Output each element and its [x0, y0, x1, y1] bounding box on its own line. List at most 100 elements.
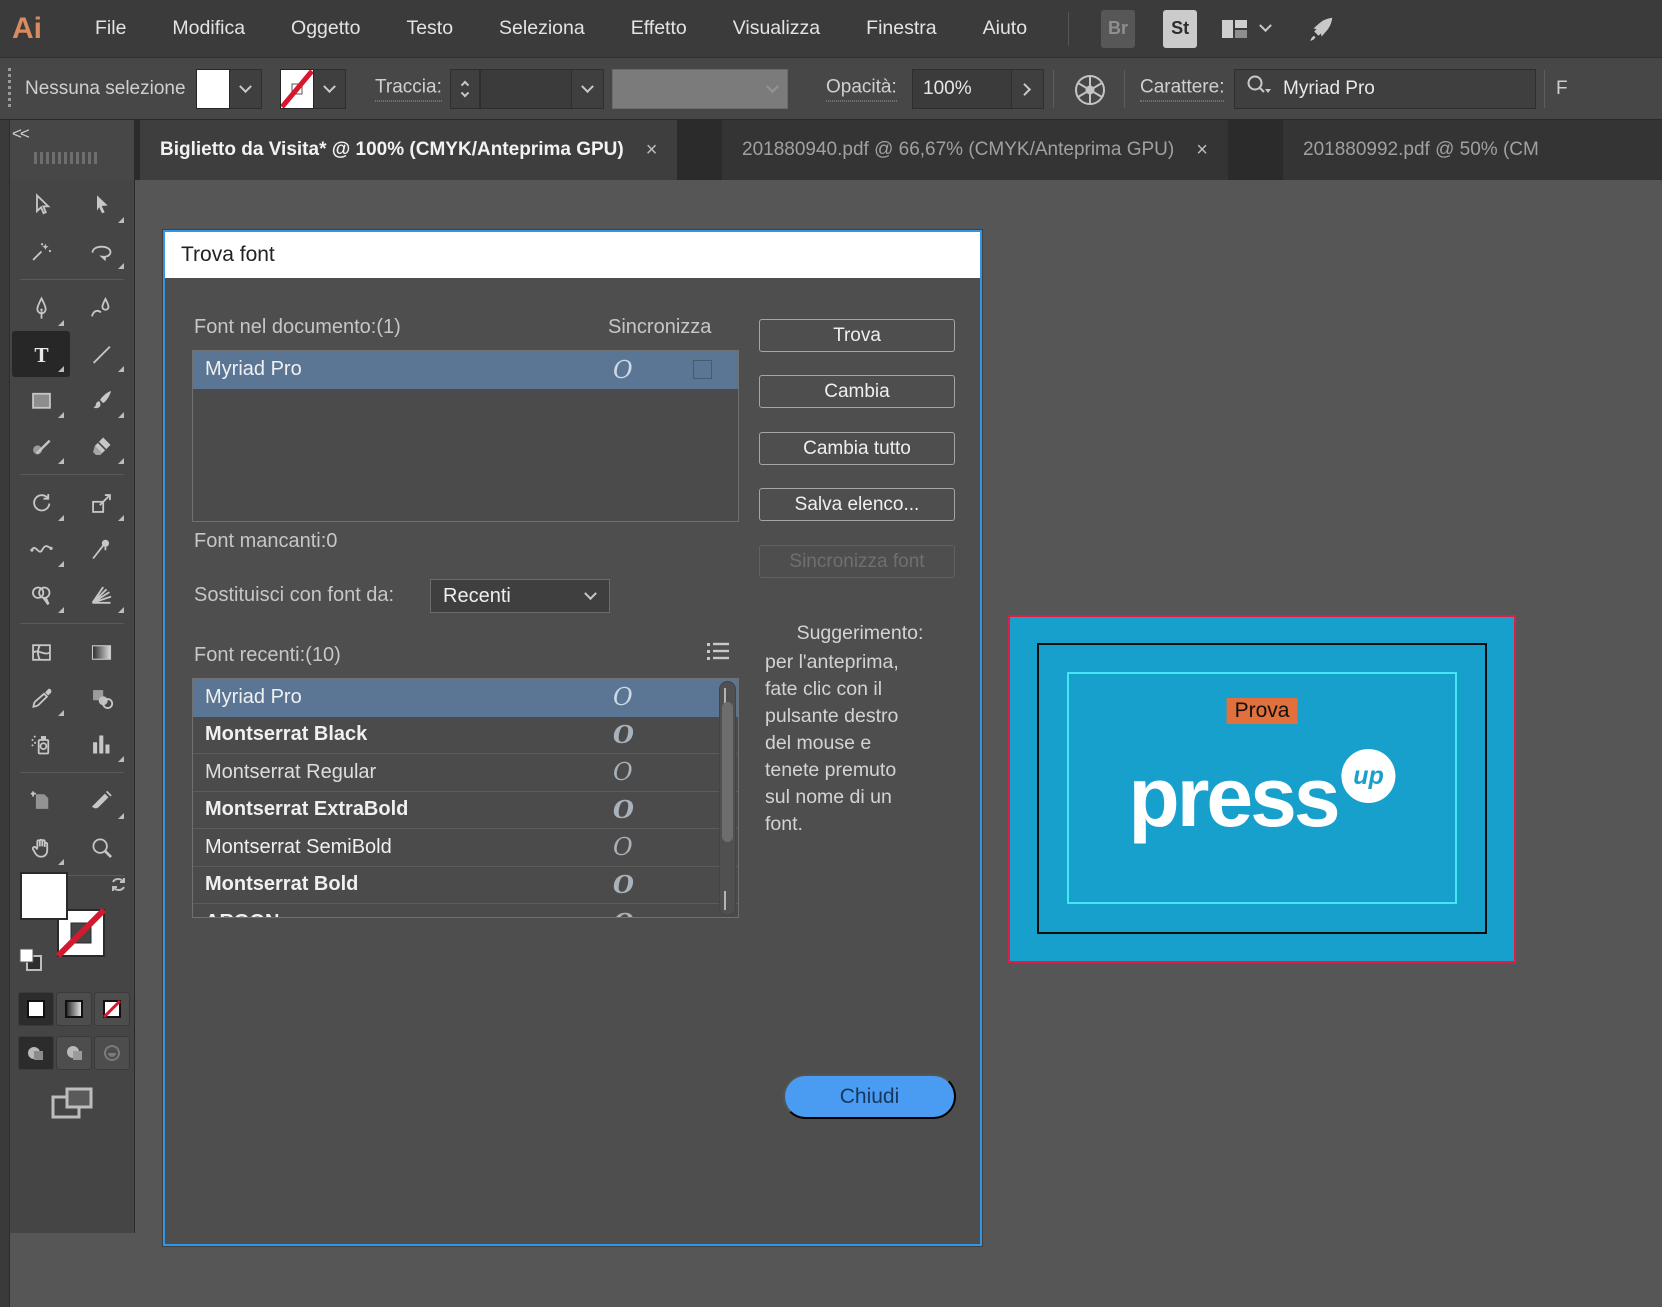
business-card-artboard[interactable]: Prova press up: [1008, 615, 1516, 963]
document-fonts-list[interactable]: Myriad Pro O: [192, 350, 739, 522]
character-label[interactable]: Carattere:: [1140, 76, 1224, 101]
line-segment-tool[interactable]: [72, 331, 130, 377]
panel-grip[interactable]: [8, 68, 11, 110]
font-row-selected[interactable]: Myriad Pro O: [193, 351, 738, 389]
font-family-combo[interactable]: Myriad Pro: [1234, 69, 1536, 109]
fill-dropdown-button[interactable]: [230, 69, 262, 109]
menu-finestra[interactable]: Finestra: [843, 0, 959, 57]
change-button[interactable]: Cambia: [759, 375, 955, 408]
none-button[interactable]: [94, 992, 130, 1026]
color-button[interactable]: [18, 992, 54, 1026]
scrollbar-thumb[interactable]: [722, 702, 733, 842]
shaper-tool[interactable]: [12, 423, 70, 469]
bridge-button[interactable]: Br: [1101, 10, 1135, 48]
column-graph-tool[interactable]: [72, 721, 130, 767]
draw-normal-button[interactable]: [18, 1036, 54, 1070]
opacity-label[interactable]: Opacità:: [826, 76, 897, 101]
stock-button[interactable]: St: [1163, 10, 1197, 48]
tab-201880992[interactable]: 201880992.pdf @ 50% (CM: [1283, 120, 1662, 180]
stroke-color-control[interactable]: [280, 69, 346, 109]
opacity-expand-button[interactable]: [1012, 69, 1044, 109]
recent-font-row[interactable]: Montserrat ExtraBold O: [193, 792, 738, 830]
draw-behind-button[interactable]: [56, 1036, 92, 1070]
close-dialog-button[interactable]: Chiudi: [783, 1074, 956, 1119]
save-list-button[interactable]: Salva elenco...: [759, 488, 955, 521]
recent-font-row[interactable]: Montserrat Black O: [193, 717, 738, 755]
gpu-performance-rocket-icon[interactable]: [1306, 14, 1336, 44]
menu-oggetto[interactable]: Oggetto: [268, 0, 383, 57]
direct-selection-tool[interactable]: [72, 182, 130, 228]
list-view-icon[interactable]: [705, 640, 731, 667]
pen-tool[interactable]: [12, 285, 70, 331]
pressup-logo[interactable]: press up: [1128, 755, 1395, 839]
find-button[interactable]: Trova: [759, 319, 955, 352]
width-tool[interactable]: [12, 526, 70, 572]
paintbrush-tool[interactable]: [72, 377, 130, 423]
stroke-swatch[interactable]: [280, 69, 314, 109]
menu-visualizza[interactable]: Visualizza: [710, 0, 843, 57]
stroke-dropdown-button[interactable]: [314, 69, 346, 109]
replace-source-dropdown[interactable]: Recenti: [430, 579, 610, 613]
scrollbar[interactable]: [719, 681, 736, 916]
fill-swatch[interactable]: [196, 69, 230, 109]
recent-fonts-list[interactable]: Myriad Pro O Montserrat Black O Montserr…: [192, 678, 739, 918]
scroll-down-icon[interactable]: [724, 891, 726, 909]
gradient-tool[interactable]: [72, 629, 130, 675]
menu-modifica[interactable]: Modifica: [149, 0, 268, 57]
lasso-tool[interactable]: [72, 228, 130, 274]
fill-color-indicator[interactable]: [20, 872, 68, 920]
menu-seleziona[interactable]: Seleziona: [476, 0, 608, 57]
swap-fill-stroke-icon[interactable]: [108, 874, 130, 901]
dialog-title[interactable]: Trova font: [165, 232, 980, 278]
recent-font-row[interactable]: Montserrat SemiBold O: [193, 829, 738, 867]
selection-tool[interactable]: [12, 182, 70, 228]
recent-font-row[interactable]: Myriad Pro O: [193, 679, 738, 717]
menu-aiuto[interactable]: Aiuto: [960, 0, 1050, 57]
color-wheel-icon[interactable]: [1072, 72, 1108, 113]
menu-effetto[interactable]: Effetto: [608, 0, 710, 57]
change-all-button[interactable]: Cambia tutto: [759, 432, 955, 465]
menu-file[interactable]: File: [72, 0, 149, 57]
gradient-button[interactable]: [56, 992, 92, 1026]
tab-201880940[interactable]: 201880940.pdf @ 66,67% (CMYK/Anteprima G…: [722, 120, 1228, 180]
menu-testo[interactable]: Testo: [383, 0, 476, 57]
collapse-panel-button[interactable]: <<: [12, 124, 28, 144]
blend-tool[interactable]: [72, 675, 130, 721]
tab-biglietto[interactable]: Biglietto da Visita* @ 100% (CMYK/Antepr…: [140, 120, 677, 180]
perspective-grid-tool[interactable]: [72, 572, 130, 618]
rotate-tool[interactable]: [12, 480, 70, 526]
opacity-input[interactable]: 100%: [912, 69, 1012, 109]
recent-font-row[interactable]: Montserrat Bold O: [193, 867, 738, 905]
draw-inside-button[interactable]: [94, 1036, 130, 1070]
close-icon[interactable]: ×: [646, 139, 658, 162]
eraser-tool[interactable]: [72, 423, 130, 469]
panel-drag-grip[interactable]: [34, 152, 100, 164]
slice-tool[interactable]: [72, 778, 130, 824]
sync-checkbox[interactable]: [693, 360, 712, 379]
mesh-tool[interactable]: [12, 629, 70, 675]
shape-builder-tool[interactable]: [12, 572, 70, 618]
rectangle-tool[interactable]: [12, 377, 70, 423]
recent-font-row-clipped[interactable]: ARGON O: [193, 904, 738, 918]
stroke-weight-label[interactable]: Traccia:: [375, 76, 442, 101]
hand-tool[interactable]: [12, 824, 70, 870]
curvature-tool[interactable]: [72, 285, 130, 331]
stroke-weight-input[interactable]: [480, 69, 572, 109]
symbol-sprayer-tool[interactable]: [12, 721, 70, 767]
fill-color-control[interactable]: [196, 69, 262, 109]
recent-font-row[interactable]: Montserrat Regular O: [193, 754, 738, 792]
selected-text[interactable]: Prova: [1227, 698, 1298, 724]
close-icon[interactable]: ×: [1196, 139, 1208, 162]
puppet-warp-tool[interactable]: [72, 526, 130, 572]
scale-tool[interactable]: [72, 480, 130, 526]
arrange-documents-icon[interactable]: [1221, 17, 1270, 41]
artboard-tool[interactable]: [12, 778, 70, 824]
change-screen-mode-icon[interactable]: [49, 1085, 95, 1128]
magic-wand-tool[interactable]: [12, 228, 70, 274]
stroke-weight-dropdown[interactable]: [572, 69, 604, 109]
eyedropper-tool[interactable]: [12, 675, 70, 721]
zoom-tool[interactable]: [72, 824, 130, 870]
default-fill-stroke-icon[interactable]: [18, 947, 44, 978]
type-tool[interactable]: T: [12, 331, 70, 377]
stroke-weight-stepper[interactable]: [450, 69, 480, 109]
